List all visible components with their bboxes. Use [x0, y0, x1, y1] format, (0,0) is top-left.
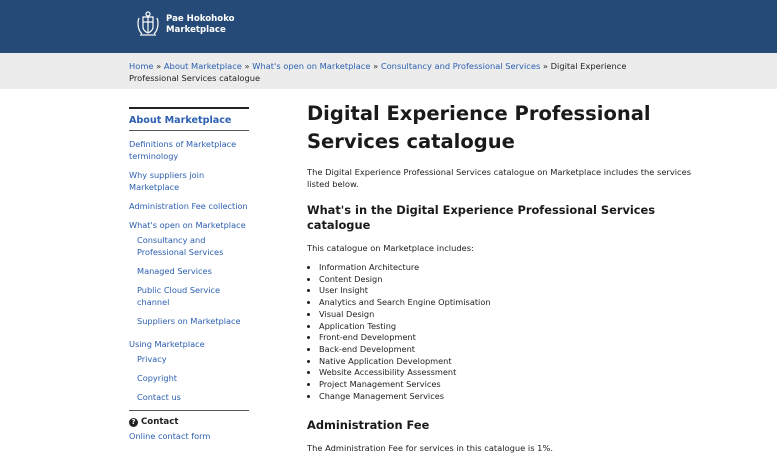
breadcrumb-home[interactable]: Home [129, 61, 154, 71]
brand-line1: Pae Hokohoko [166, 14, 235, 24]
list-item: Website Accessibility Assessment [319, 367, 707, 379]
sidebar-title[interactable]: About Marketplace [129, 109, 249, 130]
breadcrumb-separator: » [542, 61, 548, 71]
nz-crest-icon [137, 11, 159, 36]
sidebar-item-using-marketplace[interactable]: Using Marketplace [129, 338, 249, 350]
list-item: Application Testing [319, 321, 707, 333]
sidebar-contact-rule [129, 410, 249, 411]
sidebar-nav: About Marketplace Definitions of Marketp… [129, 107, 249, 442]
site-header: Pae Hokohoko Marketplace [0, 0, 777, 53]
breadcrumb-consultancy[interactable]: Consultancy and Professional Services [381, 61, 540, 71]
breadcrumb-separator: » [244, 61, 250, 71]
breadcrumb: Home » About Marketplace » What's open o… [129, 60, 649, 84]
services-list: Information Architecture Content Design … [307, 262, 707, 402]
breadcrumb-separator: » [156, 61, 162, 71]
list-item: User Insight [319, 285, 707, 297]
breadcrumb-whats-open[interactable]: What's open on Marketplace [252, 61, 370, 71]
question-circle-icon: ? [129, 417, 138, 427]
breadcrumb-bar: Home » About Marketplace » What's open o… [0, 53, 777, 89]
admin-fee-text: The Administration Fee for services in t… [307, 443, 553, 454]
home-logo-link[interactable]: Pae Hokohoko Marketplace [135, 11, 235, 39]
breadcrumb-about[interactable]: About Marketplace [164, 61, 242, 71]
main-content: Digital Experience Professional Services… [307, 100, 707, 454]
list-item: Project Management Services [319, 379, 707, 391]
sidebar-subitem-contact-us[interactable]: Contact us [129, 391, 249, 403]
sidebar-item-definitions[interactable]: Definitions of Marketplace terminology [129, 138, 249, 162]
sidebar-subitem-suppliers[interactable]: Suppliers on Marketplace [129, 315, 249, 327]
brand-line2: Marketplace [166, 25, 226, 35]
sidebar-item-admin-fee[interactable]: Administration Fee collection [129, 200, 249, 212]
contact-heading: ? Contact [129, 417, 249, 427]
breadcrumb-separator: » [373, 61, 379, 71]
section-heading-admin-fee: Administration Fee [307, 418, 430, 433]
section-intro: This catalogue on Marketplace includes: [307, 243, 474, 253]
contact-heading-text: Contact [141, 417, 179, 427]
list-item: Change Management Services [319, 391, 707, 403]
sidebar-subitem-privacy[interactable]: Privacy [129, 353, 249, 365]
list-item: Content Design [319, 274, 707, 286]
page-title: Digital Experience Professional Services… [307, 102, 651, 153]
sidebar-item-why-suppliers[interactable]: Why suppliers join Marketplace [129, 169, 249, 193]
list-item: Information Architecture [319, 262, 707, 274]
sidebar-subitem-managed[interactable]: Managed Services [129, 265, 249, 277]
list-item: Native Application Development [319, 356, 707, 368]
list-item: Visual Design [319, 309, 707, 321]
list-item: Back-end Development [319, 344, 707, 356]
sidebar-subitem-consultancy[interactable]: Consultancy and Professional Services [129, 234, 249, 258]
list-item: Front-end Development [319, 332, 707, 344]
sidebar-item-whats-open[interactable]: What's open on Marketplace [129, 219, 249, 231]
section-heading-whats-in: What's in the Digital Experience Profess… [307, 203, 656, 232]
brand-text: Pae Hokohoko Marketplace [166, 14, 235, 36]
online-contact-form-link[interactable]: Online contact form [129, 430, 249, 442]
intro-paragraph: The Digital Experience Professional Serv… [307, 167, 692, 189]
sidebar-subitem-public-cloud[interactable]: Public Cloud Service channel [129, 284, 249, 308]
sidebar-title-rule [129, 130, 249, 131]
sidebar-subitem-copyright[interactable]: Copyright [129, 372, 249, 384]
list-item: Analytics and Search Engine Optimisation [319, 297, 707, 309]
